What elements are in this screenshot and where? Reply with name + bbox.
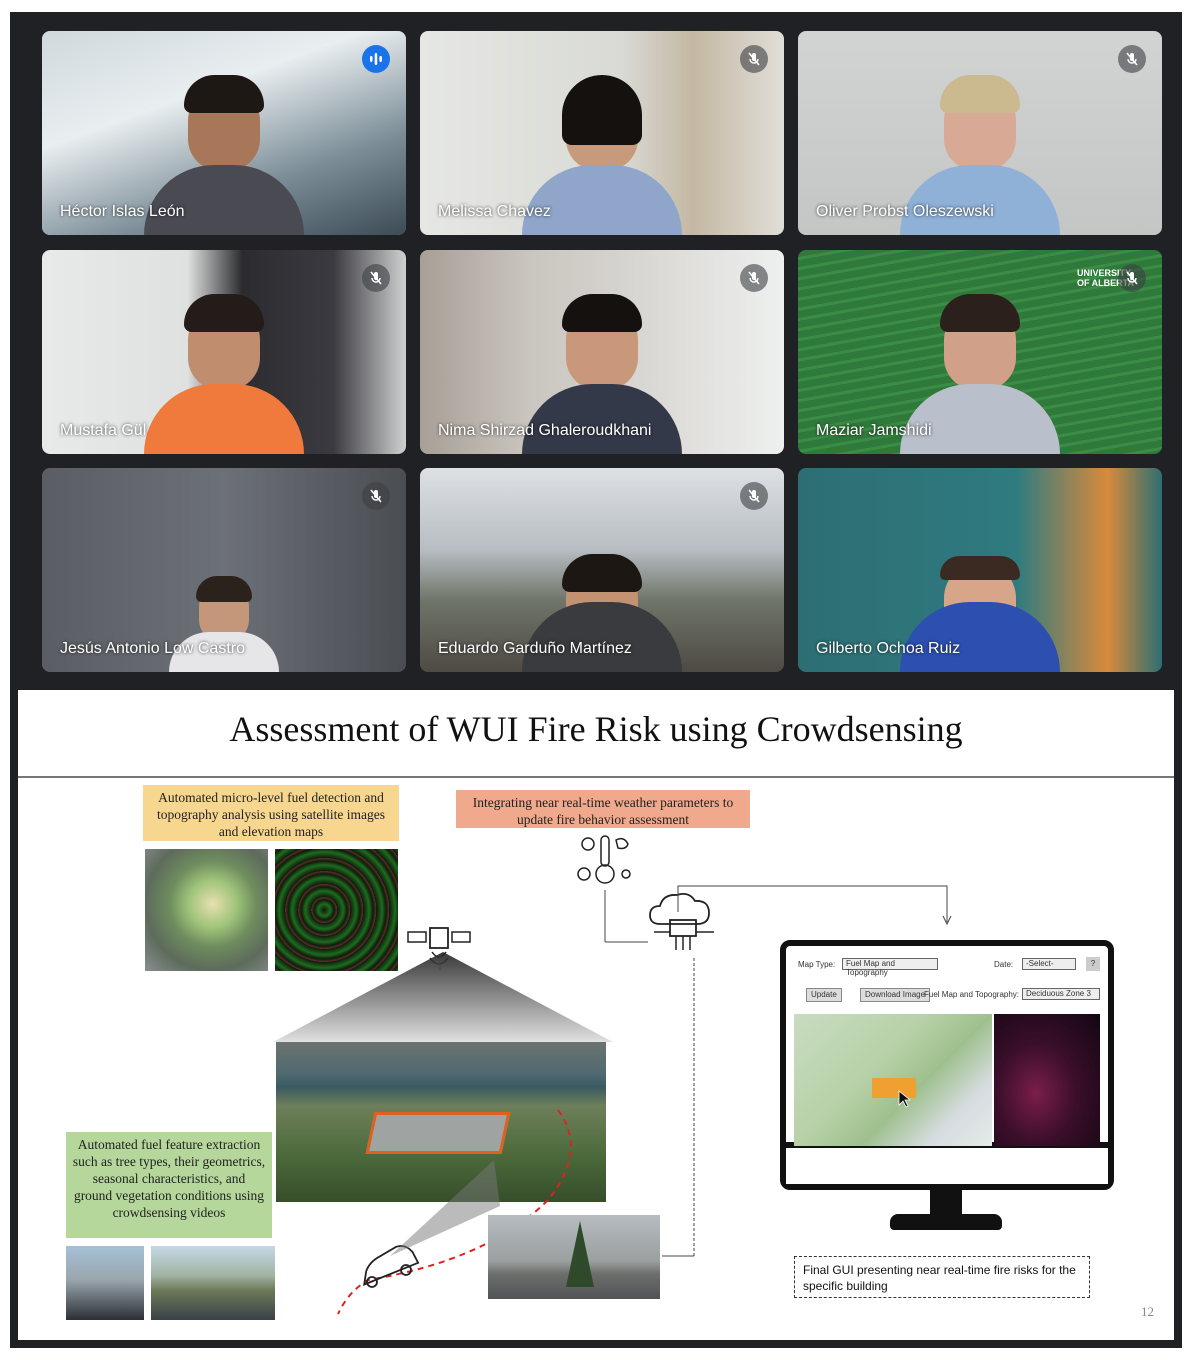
monitor-base xyxy=(890,1214,1002,1230)
participant-name: Eduardo Garduño Martínez xyxy=(438,640,632,657)
microphone-muted-icon xyxy=(740,45,768,73)
update-button[interactable]: Update xyxy=(806,988,842,1002)
participant-name: Héctor Islas León xyxy=(60,203,185,220)
meeting-window: Héctor Islas León Melissa Chavez Oliver … xyxy=(10,12,1182,1348)
participant-name: Melissa Chavez xyxy=(438,203,551,220)
participant-tile[interactable]: Héctor Islas León xyxy=(42,31,406,235)
download-image-button[interactable]: Download Image xyxy=(860,988,931,1002)
participant-name: Nima Shirzad Ghaleroudkhani xyxy=(438,422,652,439)
participant-tile[interactable]: UNIVERSITY OF ALBERTA Maziar Jamshidi xyxy=(798,250,1162,454)
date-select[interactable]: -Select- xyxy=(1022,958,1076,970)
participant-tile[interactable]: Eduardo Garduño Martínez xyxy=(420,468,784,672)
shared-slide: Assessment of WUI Fire Risk using Crowds… xyxy=(18,690,1174,1340)
fuel-zone-select[interactable]: Deciduous Zone 3 xyxy=(1022,988,1100,1000)
gui-fuel-map-view[interactable] xyxy=(994,1014,1100,1146)
participant-tile[interactable]: Nima Shirzad Ghaleroudkhani xyxy=(420,250,784,454)
participant-name: Mustafa Gül xyxy=(60,422,147,439)
microphone-muted-icon xyxy=(740,264,768,292)
microphone-muted-icon xyxy=(362,264,390,292)
help-button[interactable]: ? xyxy=(1086,957,1100,971)
microphone-muted-icon xyxy=(1118,45,1146,73)
monitor-frame: Map Type: Fuel Map and Topography Date: … xyxy=(780,940,1114,1190)
microphone-muted-icon xyxy=(740,482,768,510)
monitor-bezel xyxy=(786,1142,1108,1184)
slide-page-number: 12 xyxy=(1141,1304,1154,1319)
participant-tile[interactable]: Jesús Antonio Low Castro xyxy=(42,468,406,672)
participant-video xyxy=(144,284,304,454)
participant-tile[interactable]: Gilberto Ochoa Ruiz xyxy=(798,468,1162,672)
date-label: Date: xyxy=(994,960,1014,969)
fuel-map-label: Fuel Map and Topography: xyxy=(924,990,1020,999)
microphone-muted-icon xyxy=(1118,264,1146,292)
participant-name: Maziar Jamshidi xyxy=(816,422,932,439)
participant-name: Oliver Probst Oleszewski xyxy=(816,203,994,220)
participant-tile[interactable]: Oliver Probst Oleszewski xyxy=(798,31,1162,235)
gui-caption: Final GUI presenting near real-time fire… xyxy=(794,1256,1090,1298)
map-type-label: Map Type: xyxy=(798,960,836,969)
cursor-icon xyxy=(898,1090,912,1108)
microphone-muted-icon xyxy=(362,482,390,510)
map-type-select[interactable]: Fuel Map and Topography xyxy=(842,958,938,977)
participant-tile[interactable]: Mustafa Gül xyxy=(42,250,406,454)
speaking-indicator-icon xyxy=(362,45,390,73)
participant-name: Jesús Antonio Low Castro xyxy=(60,640,245,657)
gui-map-view[interactable] xyxy=(794,1014,992,1146)
participant-name: Gilberto Ochoa Ruiz xyxy=(816,640,961,657)
participant-tile[interactable]: Melissa Chavez xyxy=(420,31,784,235)
